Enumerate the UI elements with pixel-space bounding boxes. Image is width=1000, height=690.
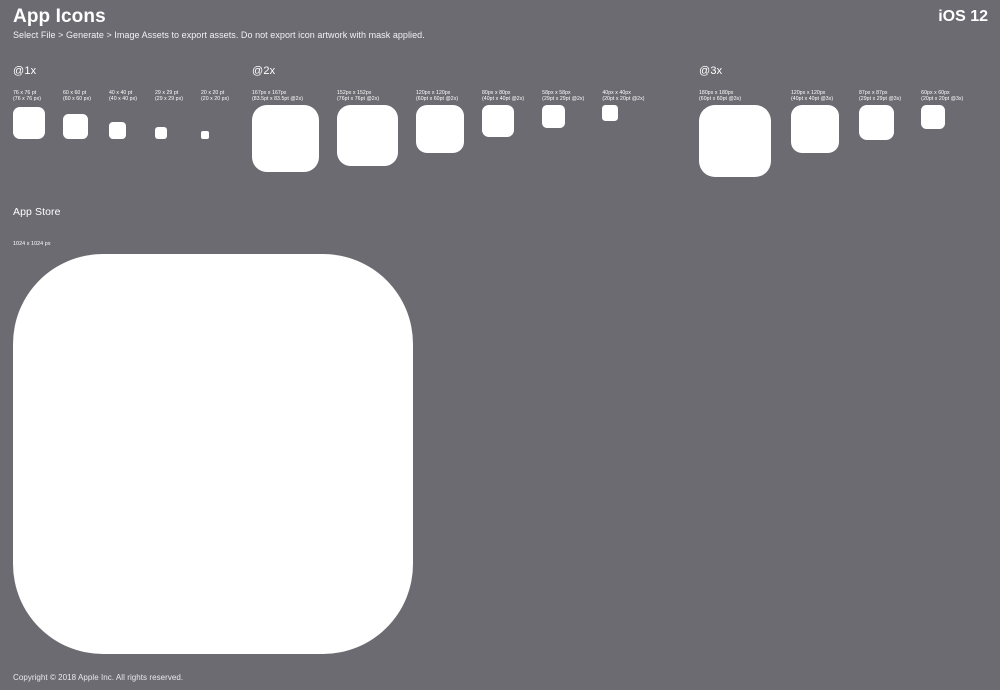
icon-size-pixels: (40 x 40 px) [109,96,137,103]
icon-size-label: 58px x 58px (29pt x 29pt @2x) [542,90,584,103]
icon-swatch [201,131,209,139]
icon-row-3x: 180px x 180px (60pt x 60pt @3x) 120px x 12… [699,90,963,177]
icon-size-label: 29 x 29 pt (29 x 29 px) [155,90,183,103]
icon-swatch-holder [201,105,229,139]
icon-size-label: 40px x 40px (20pt x 20pt @2x) [602,90,644,103]
icon-size-pixels: (29 x 29 px) [155,96,183,103]
icon-swatch-holder [542,105,584,128]
icon-size-pixels: (83.5pt x 83.5pt @2x) [252,96,304,103]
icon-swatch-holder [791,105,839,153]
icon-swatch [921,105,946,129]
icon-spec-cell: 58px x 58px (29pt x 29pt @2x) [542,90,584,128]
scale-title-1x: @1x [13,65,37,77]
icon-swatch [602,105,619,121]
icon-swatch [252,105,319,172]
copyright-notice: Copyright © 2018 Apple Inc. All rights r… [13,673,184,682]
icon-spec-cell: 60px x 60px (20pt x 20pt @3x) [921,90,963,129]
icon-size-label: 40 x 40 pt (40 x 40 px) [109,90,137,103]
icon-size-label: 60 x 60 pt (60 x 60 px) [63,90,91,103]
icon-swatch [699,105,771,177]
instructions-text: Select File > Generate > Image Assets to… [13,30,425,40]
icon-spec-cell: 80px x 80px (40pt x 40pt @2x) [482,90,524,137]
icon-swatch [859,105,894,140]
icon-size-pixels: (60 x 60 px) [63,96,91,103]
icon-spec-cell: 120px x 120px (40pt x 40pt @3x) [791,90,839,153]
icon-swatch-holder [63,105,91,139]
icon-swatch-holder [155,105,183,139]
icon-spec-cell: 152px x 152px (76pt x 76pt @2x) [337,90,398,166]
app-store-title: App Store [13,206,61,218]
icon-spec-cell: 40 x 40 pt (40 x 40 px) [109,90,137,139]
icon-row-2x: 167px x 167px (83.5pt x 83.5pt @2x) 152px … [252,90,645,172]
icon-size-pixels: (60pt x 60pt @2x) [416,96,459,103]
icon-size-label: 167px x 167px (83.5pt x 83.5pt @2x) [252,90,319,103]
icon-size-pixels: (29pt x 29pt @3x) [859,96,902,103]
icon-spec-cell: 60 x 60 pt (60 x 60 px) [63,90,91,139]
icon-spec-cell: 167px x 167px (83.5pt x 83.5pt @2x) [252,90,319,172]
page-title: App Icons [13,6,106,27]
icon-swatch-holder [859,105,901,140]
icon-spec-cell: 87px x 87px (29pt x 29pt @3x) [859,90,901,140]
icon-swatch-holder [699,105,771,177]
icon-size-label: 80px x 80px (40pt x 40pt @2x) [482,90,524,103]
icon-swatch [13,107,45,139]
icon-size-label: 120px x 120px (60pt x 60pt @2x) [416,90,464,103]
icon-size-label: 76 x 76 pt (76 x 76 px) [13,90,45,103]
icon-swatch [482,105,514,137]
icon-size-pixels: (76pt x 76pt @2x) [337,96,380,103]
icon-swatch-holder [252,105,319,172]
icon-size-label: 60px x 60px (20pt x 20pt @3x) [921,90,963,103]
icon-size-label: 120px x 120px (40pt x 40pt @3x) [791,90,839,103]
scale-title-2x: @2x [252,65,276,77]
icon-swatch-holder [109,105,137,139]
icon-swatch-holder [337,105,398,166]
icon-size-pixels: (29pt x 29pt @2x) [542,96,585,103]
icon-swatch [155,127,167,139]
icon-spec-cell: 20 x 20 pt (20 x 20 px) [201,90,229,139]
icon-size-label: 180px x 180px (60pt x 60pt @3x) [699,90,771,103]
icon-swatch [542,105,566,128]
icon-swatch-holder [602,105,644,121]
icon-row-1x: 76 x 76 pt (76 x 76 px) 60 x 60 pt (60 x 60… [13,90,229,139]
icon-swatch [63,114,88,139]
icon-size-pixels: (20 x 20 px) [201,96,229,103]
icon-spec-cell: 76 x 76 pt (76 x 76 px) [13,90,45,139]
app-store-dimensions-label: 1024 x 1024 px [13,241,51,247]
icon-swatch-holder [921,105,963,129]
icon-spec-cell: 29 x 29 pt (29 x 29 px) [155,90,183,139]
icon-size-label: 152px x 152px (76pt x 76pt @2x) [337,90,398,103]
icon-swatch-holder [13,105,45,139]
icon-spec-cell: 40px x 40px (20pt x 20pt @2x) [602,90,644,121]
icon-size-pixels: (40pt x 40pt @2x) [482,96,525,103]
icon-size-pixels: (20pt x 20pt @2x) [602,96,645,103]
icon-size-label: 20 x 20 pt (20 x 20 px) [201,90,229,103]
icon-swatch [791,105,839,153]
page-header: App Icons iOS 12 Select File > Generate … [0,0,1000,50]
scale-title-3x: @3x [699,65,723,77]
icon-swatch [109,122,126,139]
icon-swatch [337,105,398,166]
platform-version-label: iOS 12 [938,8,988,25]
icon-spec-cell: 180px x 180px (60pt x 60pt @3x) [699,90,771,177]
icon-size-pixels: (40pt x 40pt @3x) [791,96,834,103]
icon-swatch-holder [416,105,464,153]
icon-size-pixels: (76 x 76 px) [13,96,41,103]
icon-size-label: 87px x 87px (29pt x 29pt @3x) [859,90,901,103]
icon-size-pixels: (60pt x 60pt @3x) [699,96,742,103]
icon-spec-cell: 120px x 120px (60pt x 60pt @2x) [416,90,464,153]
icon-size-pixels: (20pt x 20pt @3x) [921,96,964,103]
app-store-section: App Store 1024 x 1024 px [13,205,413,654]
icon-swatch-holder [482,105,524,137]
icon-swatch [416,105,464,153]
app-store-icon-swatch [13,254,413,654]
